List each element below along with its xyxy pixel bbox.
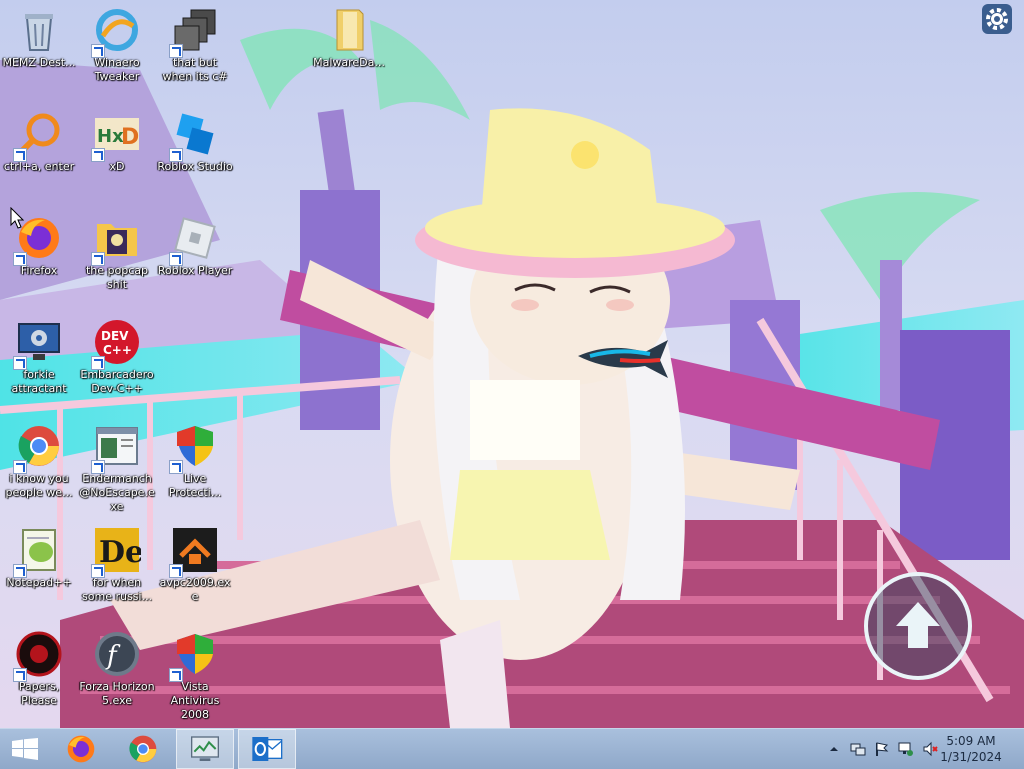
action-center-icon[interactable] [898, 741, 914, 757]
desktop-icon-malwareda[interactable]: MalwareDa... [310, 6, 388, 106]
svg-text:Hx: Hx [97, 126, 124, 147]
desktop-icon-label: Forza Horizon 5.exe [79, 680, 155, 707]
desktop-icon-label: that but when its c# [162, 56, 228, 83]
desktop-icon-memz[interactable]: MEMZ-Dest... [0, 6, 78, 106]
desktop-icon-forza[interactable]: f Forza Horizon 5.exe [78, 630, 156, 730]
shortcut-arrow-icon [91, 356, 105, 370]
desktop-icon-label: i know you people we... [5, 472, 73, 499]
chevron-up-icon[interactable] [826, 741, 842, 757]
shortcut-arrow-icon [169, 668, 183, 682]
shortcut-arrow-icon [13, 668, 27, 682]
taskbar-outlook[interactable] [238, 729, 296, 769]
network-icon[interactable] [850, 741, 866, 757]
desktop-icon-chrome[interactable]: i know you people we... [0, 422, 78, 522]
flash-icon: f [93, 630, 141, 678]
svg-text:C++: C++ [103, 343, 132, 357]
shortcut-arrow-icon [169, 148, 183, 162]
desktop-icon-label: forkie attractant [11, 368, 67, 395]
desktop-icon-roblox-studio[interactable]: Roblox Studio [156, 110, 234, 210]
desktop-icon-vista-antivirus[interactable]: Vista Antivirus 2008 [156, 630, 234, 730]
desktop-icon-devcpp[interactable]: DEV C++ Embarcadero Dev-C++ [78, 318, 156, 418]
shortcut-arrow-icon [91, 564, 105, 578]
gear-icon [982, 8, 1012, 38]
shortcut-arrow-icon [91, 44, 105, 58]
desktop-icon-label: Roblox Studio [157, 160, 233, 173]
mouse-cursor [10, 206, 25, 229]
desktop-icon-label: for when some russi... [82, 576, 152, 603]
desktop-icon-xd[interactable]: Hx D xD [78, 110, 156, 210]
desktop-icon-forkie-attractant[interactable]: forkie attractant [0, 318, 78, 418]
settings-button[interactable] [982, 4, 1012, 34]
taskbar-chrome[interactable] [114, 729, 172, 769]
desktop-icon-label: the popcap shit [85, 264, 148, 291]
desktop-icon-ctrl-a-enter[interactable]: ctrl+a, enter [0, 110, 78, 210]
desktop-icon-label: Notepad++ [6, 576, 72, 589]
shortcut-arrow-icon [169, 460, 183, 474]
svg-text:DEV: DEV [101, 329, 129, 343]
desktop-icon-roblox-player[interactable]: Roblox Player [156, 214, 234, 314]
shortcut-arrow-icon [13, 148, 27, 162]
desktop-icon-russian[interactable]: De for when some russi... [78, 526, 156, 626]
shortcut-arrow-icon [169, 564, 183, 578]
shortcut-arrow-icon [13, 356, 27, 370]
desktop-icon-label: Endermanch @NoEscape.exe [79, 472, 155, 513]
shortcut-arrow-icon [91, 148, 105, 162]
shortcut-arrow-icon [13, 252, 27, 266]
desktop-icon-label: MalwareDa... [313, 56, 385, 69]
desktop-icon-label: xD [109, 160, 125, 173]
desktop-icon-noescape[interactable]: Endermanch @NoEscape.exe [78, 422, 156, 522]
shortcut-arrow-icon [169, 252, 183, 266]
desktop-icon-label: Embarcadero Dev-C++ [80, 368, 154, 395]
desktop-icon-winaero[interactable]: Winaero Tweaker [78, 6, 156, 106]
shortcut-arrow-icon [91, 252, 105, 266]
jump-button[interactable] [862, 570, 974, 682]
flag-icon[interactable] [874, 741, 890, 757]
desktop-icon-label: Roblox Player [157, 264, 233, 277]
desktop-icon-avpc[interactable]: avpc2009.exe [156, 526, 234, 626]
desktop-icon-popcap[interactable]: the popcap shit [78, 214, 156, 314]
folder-icon [325, 6, 373, 54]
recycle-bin-icon [15, 6, 63, 54]
desktop-icon-label: Firefox [20, 264, 58, 277]
clock-date: 1/31/2024 [940, 750, 1002, 764]
shortcut-arrow-icon [91, 460, 105, 474]
taskbar: 5:09 AM 1/31/2024 [0, 728, 1024, 769]
desktop-icon-label: avpc2009.exe [159, 576, 231, 603]
desktop-icon-papers-please[interactable]: Papers, Please [0, 630, 78, 730]
desktop-icon-label: Vista Antivirus 2008 [170, 680, 220, 721]
desktop-icon-csharp[interactable]: that but when its c# [156, 6, 234, 106]
desktop-icon-live-protection[interactable]: Live Protecti... [156, 422, 234, 522]
desktop-icon-label: MEMZ-Dest... [2, 56, 76, 69]
start-button[interactable] [0, 729, 58, 769]
desktop-icon-label: Live Protecti... [168, 472, 222, 499]
shortcut-arrow-icon [169, 44, 183, 58]
taskbar-firefox[interactable] [52, 729, 110, 769]
svg-text:D: D [121, 125, 139, 150]
desktop-icon-notepadpp[interactable]: Notepad++ [0, 526, 78, 626]
desktop-icon-label: Papers, Please [18, 680, 60, 707]
desktop-icon-label: ctrl+a, enter [3, 160, 75, 173]
shortcut-arrow-icon [13, 564, 27, 578]
arrow-up-icon [862, 572, 974, 686]
shortcut-arrow-icon [13, 460, 27, 474]
system-clock[interactable]: 5:09 AM 1/31/2024 [936, 733, 1006, 765]
desktop-icon-label: Winaero Tweaker [94, 56, 140, 83]
svg-text:De: De [99, 535, 141, 570]
clock-time: 5:09 AM [946, 734, 996, 748]
taskbar-task-manager[interactable] [176, 729, 234, 769]
